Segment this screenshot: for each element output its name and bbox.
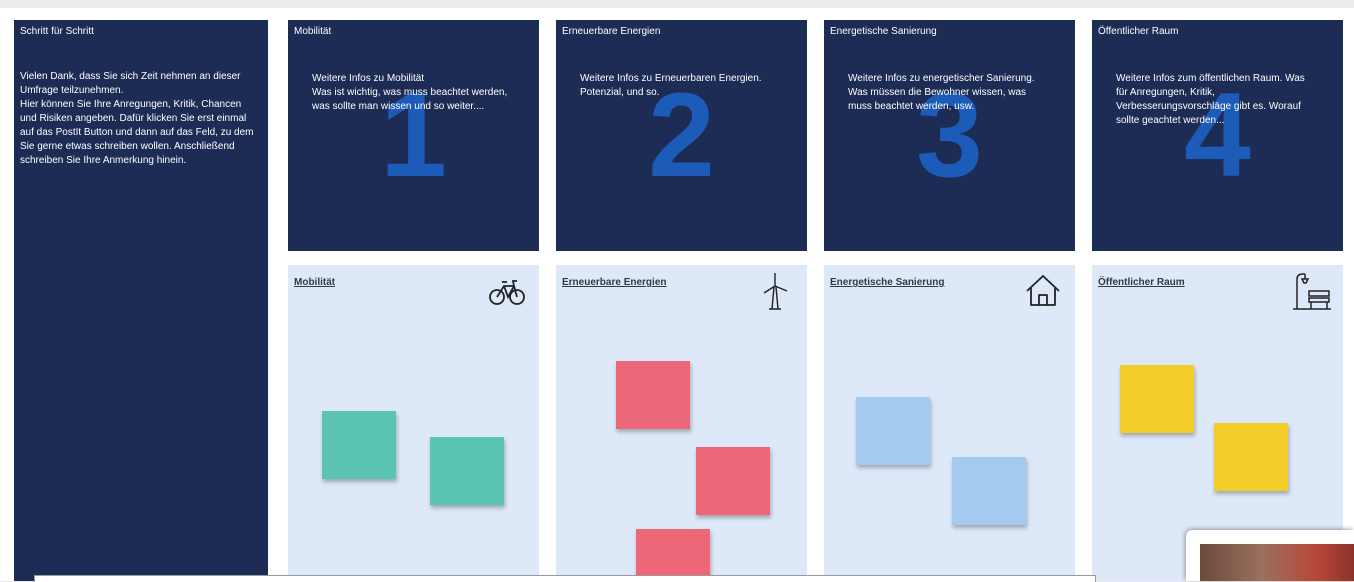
board-title: Erneuerbare Energien <box>562 277 667 288</box>
topic-card-mobilitaet[interactable]: 1 Mobilität Weitere Infos zu Mobilität W… <box>288 20 539 251</box>
topic-card-erneuerbare-energien[interactable]: 2 Erneuerbare Energien Weitere Infos zu … <box>556 20 807 251</box>
sticky-note[interactable] <box>322 411 396 479</box>
card-text: Weitere Infos zu energetischer Sanierung… <box>848 73 1035 112</box>
board-mobilitaet[interactable]: Mobilität <box>288 265 539 581</box>
board-erneuerbare-energien[interactable]: Erneuerbare Energien <box>556 265 807 581</box>
topic-card-oeffentlicher-raum[interactable]: 4 Öffentlicher Raum Weitere Infos zum öf… <box>1092 20 1343 251</box>
bicycle-icon <box>489 280 525 305</box>
intro-text: Vielen Dank, dass Sie sich Zeit nehmen a… <box>20 71 254 166</box>
card-text: Weitere Infos zu Erneuerbaren Energien. … <box>580 73 762 98</box>
board-title: Mobilität <box>294 277 336 288</box>
house-icon <box>1026 275 1060 306</box>
sticky-note[interactable] <box>430 437 504 505</box>
street-lamp-bench-icon <box>1293 273 1331 310</box>
card-text: Weitere Infos zum öffentlichen Raum. Was… <box>1116 73 1305 126</box>
board-title: Energetische Sanierung <box>830 277 945 288</box>
sticky-note[interactable] <box>616 361 690 429</box>
board-title: Öffentlicher Raum <box>1098 277 1185 288</box>
sticky-note[interactable] <box>1120 365 1194 433</box>
topic-card-energetische-sanierung[interactable]: 3 Energetische Sanierung Weitere Infos z… <box>824 20 1075 251</box>
board-energetische-sanierung[interactable]: Energetische Sanierung <box>824 265 1075 581</box>
intro-title: Schritt für Schritt <box>20 26 94 37</box>
webcam-overlay[interactable] <box>1186 530 1354 581</box>
card-text: Weitere Infos zu Mobilität Was ist wicht… <box>312 73 508 112</box>
card-title: Öffentlicher Raum <box>1098 26 1179 37</box>
wind-turbine-icon <box>763 273 788 310</box>
sticky-note[interactable] <box>696 447 770 515</box>
sticky-note[interactable] <box>856 397 930 465</box>
webcam-video-feed <box>1200 544 1354 581</box>
card-title: Erneuerbare Energien <box>562 26 661 37</box>
card-title: Energetische Sanierung <box>830 26 937 37</box>
sticky-note[interactable] <box>952 457 1026 525</box>
sticky-note[interactable] <box>636 529 710 581</box>
sticky-note[interactable] <box>1214 423 1288 491</box>
intro-panel: Schritt für Schritt Vielen Dank, dass Si… <box>14 20 268 581</box>
card-title: Mobilität <box>294 26 332 37</box>
